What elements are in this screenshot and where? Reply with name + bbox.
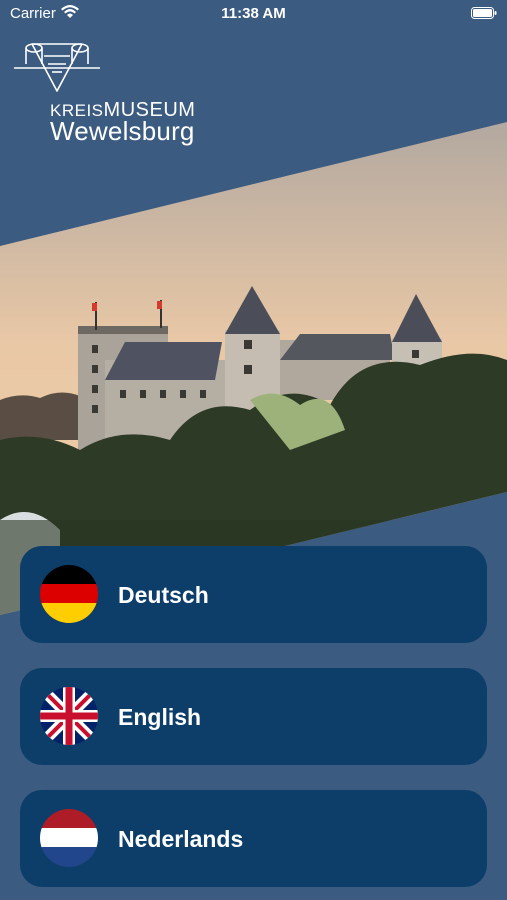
status-time: 11:38 AM <box>221 5 286 22</box>
brand-subtitle: Wewelsburg <box>50 116 195 146</box>
netherlands-flag-icon <box>40 809 98 867</box>
battery-icon <box>471 7 497 19</box>
language-label: Nederlands <box>118 826 244 852</box>
language-label: English <box>118 704 202 730</box>
language-button-deutsch[interactable]: Deutsch <box>20 546 487 643</box>
castle-triangle-logo <box>14 43 100 92</box>
language-button-nederlands[interactable]: Nederlands <box>20 790 487 887</box>
language-button-english[interactable]: English <box>20 668 487 765</box>
status-bar: Carrier 11:38 AM <box>0 0 507 28</box>
germany-flag-icon <box>40 565 98 623</box>
uk-flag-icon <box>40 687 98 745</box>
language-label: Deutsch <box>118 582 209 608</box>
